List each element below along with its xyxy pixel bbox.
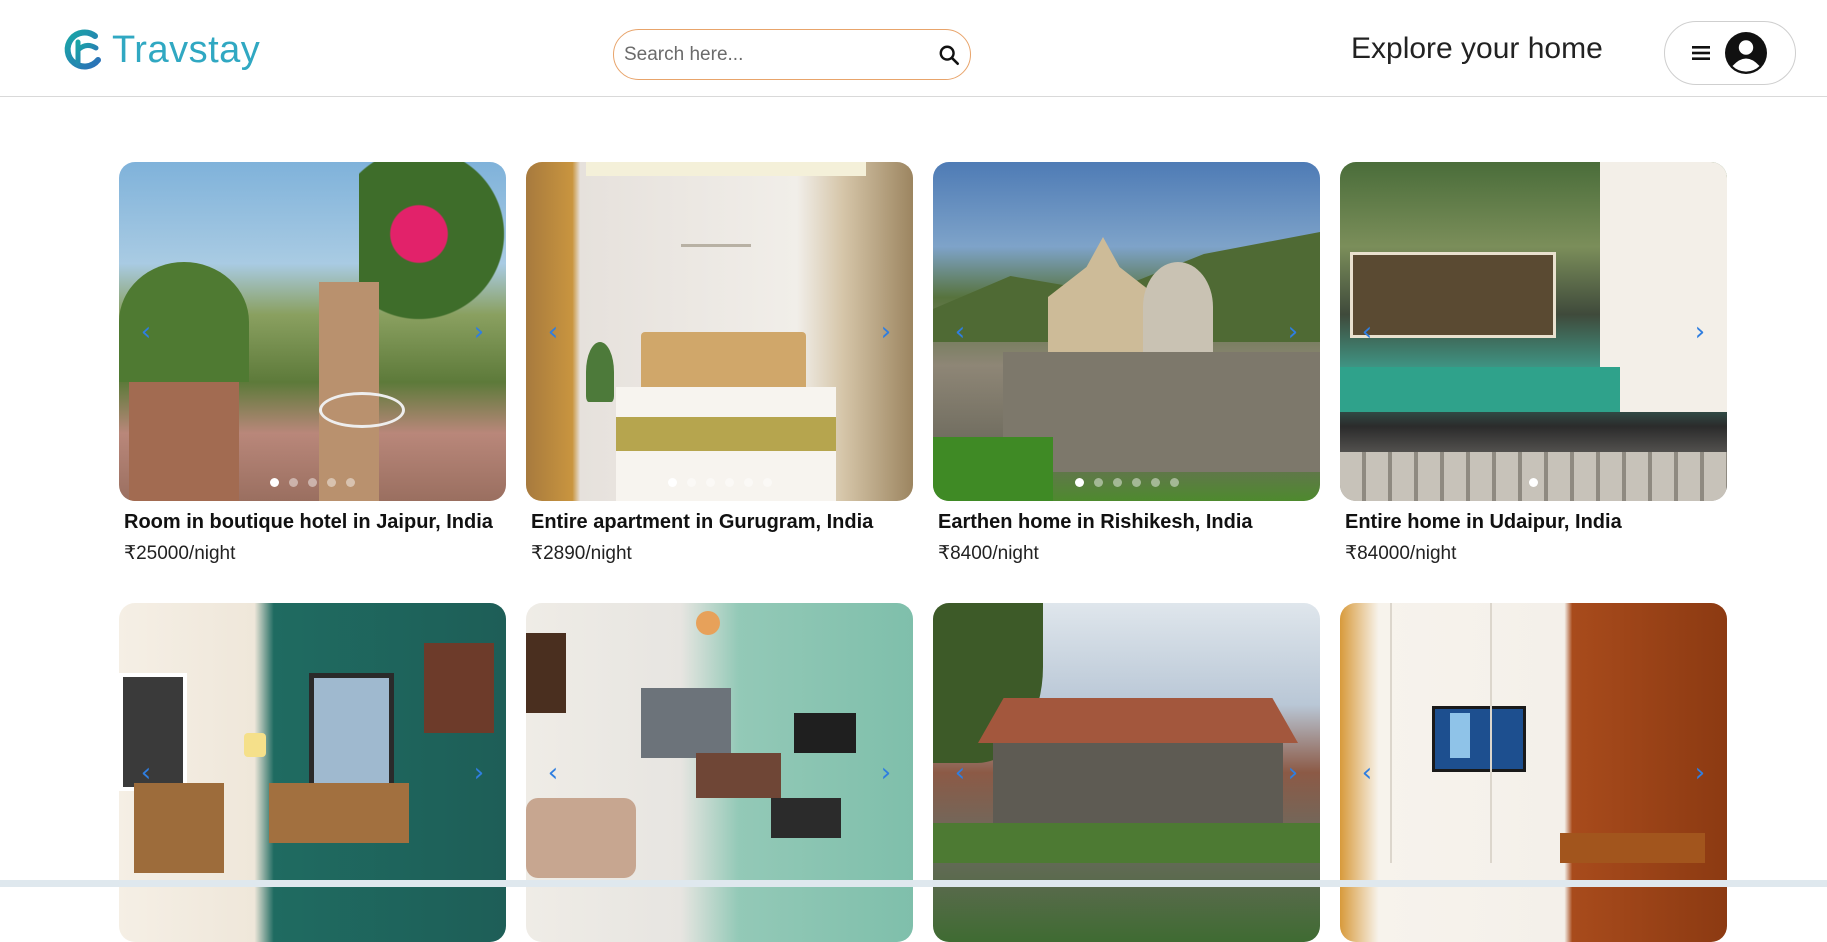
carousel-dots	[526, 478, 913, 487]
search-bar	[613, 29, 971, 80]
chevron-right-icon[interactable]: ›	[1280, 319, 1306, 345]
carousel-dot[interactable]	[705, 478, 715, 487]
chevron-left-icon[interactable]: ‹	[133, 760, 159, 786]
chevron-right-icon[interactable]: ›	[873, 760, 899, 786]
listing-card[interactable]: ‹ ›	[1340, 603, 1727, 942]
top-navbar: Travstay Explore your home	[0, 0, 1827, 97]
listing-photo: ‹ ›	[526, 162, 913, 501]
listing-photo: ‹ ›	[119, 603, 506, 942]
user-menu-button[interactable]	[1664, 21, 1796, 85]
chevron-left-icon[interactable]: ‹	[540, 319, 566, 345]
carousel-dot[interactable]	[686, 478, 696, 487]
user-avatar-icon	[1725, 32, 1767, 74]
carousel-dots	[119, 478, 506, 487]
chevron-right-icon[interactable]: ›	[873, 319, 899, 345]
carousel-dot[interactable]	[327, 478, 336, 487]
listing-title: Earthen home in Rishikesh, India	[938, 511, 1253, 533]
listing-photo: ‹ ›	[933, 603, 1320, 942]
carousel-dot[interactable]	[289, 478, 298, 487]
carousel-dot[interactable]	[308, 478, 317, 487]
explore-link[interactable]: Explore your home	[1351, 32, 1603, 66]
carousel-dots	[1340, 478, 1727, 487]
listing-photo: ‹ ›	[119, 162, 506, 501]
listing-title: Entire home in Udaipur, India	[1345, 511, 1622, 533]
listing-card[interactable]: ‹ ›	[933, 603, 1320, 942]
brand-name: Travstay	[112, 28, 261, 71]
carousel-dot[interactable]	[724, 478, 734, 487]
listings-grid: ‹ › Room in boutique hotel in Jaipur, In…	[119, 162, 1729, 942]
chevron-right-icon[interactable]: ›	[1687, 319, 1713, 345]
chevron-left-icon[interactable]: ‹	[947, 319, 973, 345]
listing-card[interactable]: ‹ › Entire home in Udaipur, India ₹84000…	[1340, 162, 1727, 565]
carousel-dot[interactable]	[1169, 478, 1179, 487]
listing-price: ₹8400/night	[938, 543, 1039, 564]
hamburger-menu-icon	[1692, 46, 1710, 60]
chevron-right-icon[interactable]: ›	[1280, 760, 1306, 786]
chevron-left-icon[interactable]: ‹	[540, 760, 566, 786]
listing-card[interactable]: ‹ ›	[119, 603, 506, 942]
chevron-right-icon[interactable]: ›	[1687, 760, 1713, 786]
carousel-dot[interactable]	[667, 478, 677, 487]
carousel-dot[interactable]	[1112, 478, 1122, 487]
listing-price: ₹84000/night	[1345, 543, 1457, 564]
listing-card[interactable]: ‹ › Room in boutique hotel in Jaipur, In…	[119, 162, 506, 565]
listing-title: Entire apartment in Gurugram, India	[531, 511, 874, 533]
travstay-logo-icon	[64, 29, 101, 70]
search-icon[interactable]	[938, 44, 960, 66]
carousel-dot[interactable]	[346, 478, 355, 487]
carousel-dot[interactable]	[270, 478, 279, 487]
chevron-right-icon[interactable]: ›	[466, 319, 492, 345]
chevron-left-icon[interactable]: ‹	[1354, 319, 1380, 345]
listing-photo: ‹ ›	[933, 162, 1320, 501]
listing-card[interactable]: ‹ ›	[526, 603, 913, 942]
search-input[interactable]	[622, 42, 938, 67]
carousel-dot[interactable]	[1093, 478, 1103, 487]
carousel-dot[interactable]	[1074, 478, 1084, 487]
listing-card[interactable]: ‹ › Entire apartment in Gurugram, India …	[526, 162, 913, 565]
listing-price: ₹2890/night	[531, 543, 632, 564]
chevron-left-icon[interactable]: ‹	[1354, 760, 1380, 786]
brand-logo[interactable]: Travstay	[62, 28, 260, 72]
listing-photo: ‹ ›	[526, 603, 913, 942]
carousel-dot[interactable]	[762, 478, 772, 487]
listing-price: ₹25000/night	[124, 543, 236, 564]
carousel-dots	[933, 478, 1320, 487]
listing-title: Room in boutique hotel in Jaipur, India	[124, 511, 493, 533]
chevron-left-icon[interactable]: ‹	[133, 319, 159, 345]
chevron-left-icon[interactable]: ‹	[947, 760, 973, 786]
listing-card[interactable]: ‹ › Earthen home in Rishikesh, India ₹84…	[933, 162, 1320, 565]
listing-photo: ‹ ›	[1340, 603, 1727, 942]
horizontal-scrollbar[interactable]	[0, 880, 1827, 887]
carousel-dot[interactable]	[1150, 478, 1160, 487]
carousel-dot[interactable]	[1131, 478, 1141, 487]
listing-photo: ‹ ›	[1340, 162, 1727, 501]
carousel-dot[interactable]	[1529, 478, 1538, 487]
carousel-dot[interactable]	[743, 478, 753, 487]
chevron-right-icon[interactable]: ›	[466, 760, 492, 786]
